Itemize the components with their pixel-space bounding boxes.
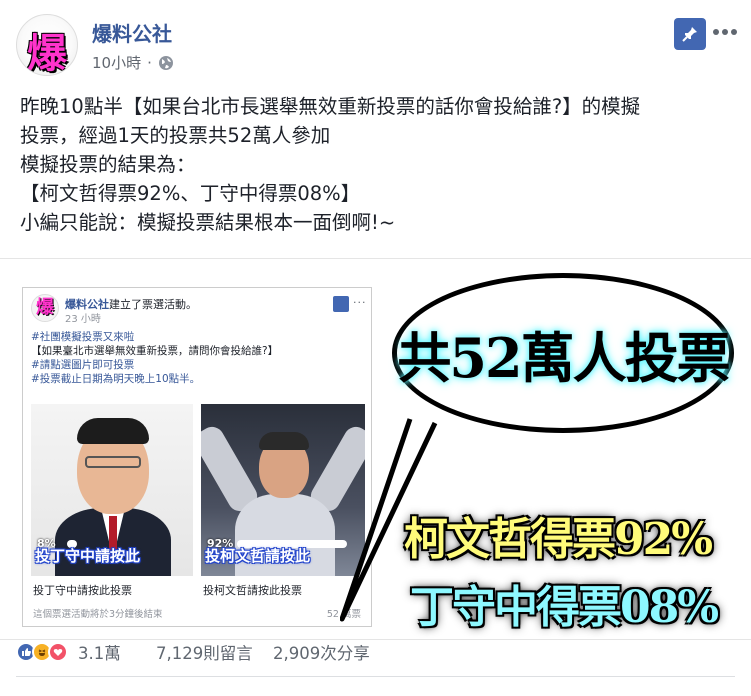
post-line: 昨晚10點半【如果台北市長選舉無效重新投票的話你會投給誰?】的模擬 (20, 95, 641, 118)
right-hair (259, 432, 309, 450)
comment-count[interactable]: 7,129則留言 (156, 640, 253, 664)
divider (16, 676, 735, 677)
love-icon (48, 642, 68, 662)
page-name-link[interactable]: 爆料公社 (92, 18, 172, 47)
right-vote-overlay: 投柯文哲請按此 (205, 547, 311, 565)
globe-icon (158, 55, 173, 70)
post-meta: 10小時 · (92, 52, 174, 73)
embed-line: 【如果臺北市選舉無效重新投票，請問你會投給誰?】 (31, 345, 279, 357)
embed-more-icon: ··· (353, 296, 367, 309)
embed-line: #請點選圖片即可投票 (31, 359, 135, 371)
left-glasses (85, 456, 141, 468)
bubble-text: 共52萬人投票 (397, 325, 730, 390)
reaction-icons[interactable] (16, 642, 68, 662)
left-vote-overlay: 投丁守中請按此 (35, 547, 141, 565)
embed-line: #投票截止日期為明天晚上10點半。 (31, 373, 201, 385)
post-line: 投票，經過1天的投票共52萬人參加 (20, 124, 331, 147)
pin-button[interactable] (674, 18, 706, 50)
post-line: 【柯文哲得票92%、丁守中得票08%】 (20, 182, 361, 205)
embed-pin-icon (333, 296, 349, 312)
embed-line: #社團模擬投票又來啦 (31, 331, 135, 343)
speech-bubble: 共52萬人投票 (392, 273, 734, 433)
poll-footer: 這個票選活動將於3分鐘後結束 (33, 609, 163, 620)
embed-text: #社團模擬投票又來啦 【如果臺北市選舉無效重新投票，請問你會投給誰?】 #請點選… (31, 330, 278, 386)
post-timestamp[interactable]: 10小時 (92, 52, 141, 73)
embed-time: 23 小時 (65, 314, 101, 325)
post-line: 模擬投票的結果為： (20, 153, 196, 176)
more-icon[interactable] (710, 22, 740, 42)
page-avatar[interactable]: 爆 (16, 14, 78, 76)
embed-avatar: 爆 (31, 294, 59, 322)
meta-separator: · (147, 53, 152, 72)
post-line: 小編只能說：模擬投票結果根本一面倒啊!~ (20, 211, 396, 234)
candidate-photo-left: 8% 投丁守中請按此 (31, 404, 193, 576)
reactions-bar: 3.1萬 7,129則留言 2,909次分享 (16, 640, 736, 664)
embed-action: 建立了票選活動。 (109, 298, 197, 311)
post-image[interactable]: 爆 爆料公社建立了票選活動。 23 小時 ··· #社團模擬投票又來啦 【如果臺… (0, 258, 751, 640)
share-count[interactable]: 2,909次分享 (273, 640, 370, 664)
right-caption: 投柯文哲請按此投票 (203, 584, 302, 597)
embedded-poll-screenshot: 爆 爆料公社建立了票選活動。 23 小時 ··· #社團模擬投票又來啦 【如果臺… (22, 287, 372, 627)
left-caption: 投丁守中請按此投票 (33, 584, 132, 597)
facebook-post: 爆 爆料公社 10小時 · 昨晚10點半【如果台北市長選舉無效重新投票的話你會投… (0, 0, 751, 696)
reaction-count[interactable]: 3.1萬 (78, 640, 121, 664)
left-hair (77, 418, 149, 444)
result-ting-shou-chung: 丁守中得票08% (410, 582, 719, 633)
pin-icon (682, 27, 697, 42)
result-ko-wen-je: 柯文哲得票92% (404, 514, 713, 565)
avatar-logo-text: 爆 (27, 31, 67, 76)
post-body: 昨晚10點半【如果台北市長選舉無效重新投票的話你會投給誰?】的模擬 投票，經過1… (20, 92, 740, 237)
